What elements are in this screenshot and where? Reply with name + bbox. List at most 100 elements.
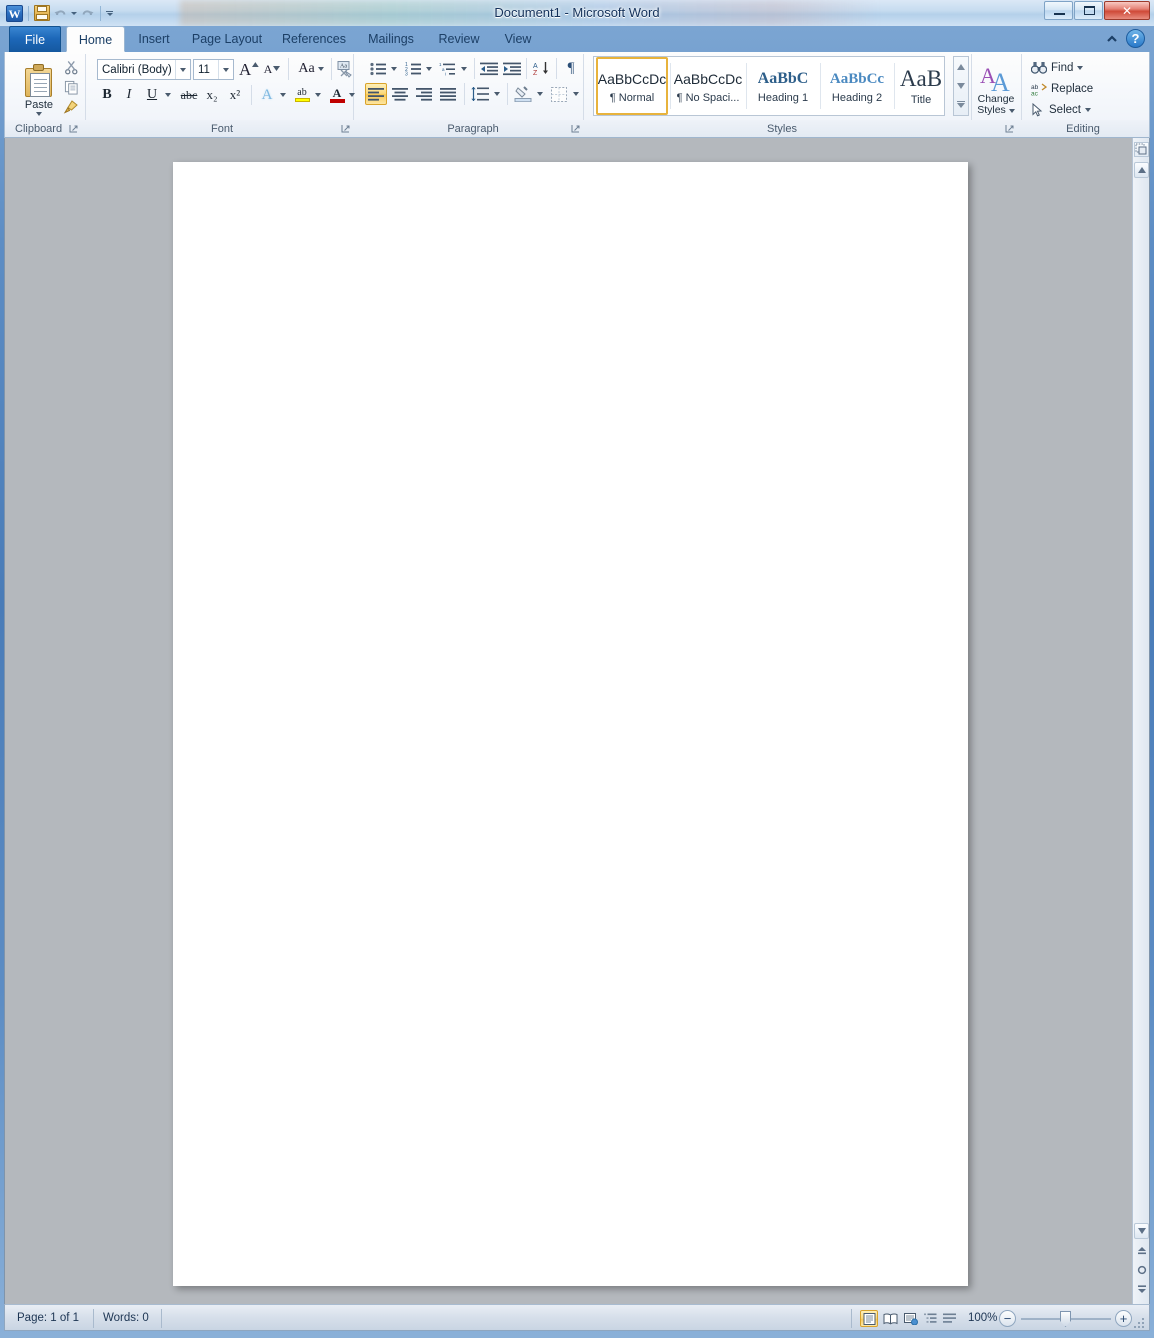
grow-font-button[interactable]: A [238, 58, 260, 80]
cut-button[interactable] [61, 58, 81, 76]
zoom-in-button[interactable]: + [1115, 1310, 1132, 1327]
change-styles-dropdown-icon[interactable] [1008, 108, 1015, 113]
borders-dropdown-icon[interactable] [570, 83, 582, 105]
tab-file[interactable]: File [9, 26, 61, 52]
paragraph-dialog-launcher[interactable] [571, 124, 581, 134]
change-case-button[interactable]: Aa [293, 58, 329, 80]
text-highlight-button[interactable]: ab [292, 85, 312, 105]
undo-dropdown-icon[interactable] [71, 11, 77, 15]
view-full-screen-reading-button[interactable] [881, 1310, 899, 1327]
tab-page-layout[interactable]: Page Layout [183, 26, 271, 52]
scroll-up-button[interactable] [1134, 162, 1149, 178]
tab-review[interactable]: Review [428, 26, 490, 52]
multilevel-list-button[interactable]: 1 a i [437, 58, 459, 79]
subscript-button[interactable]: x₂ [201, 85, 223, 105]
font-color-button[interactable]: A [327, 85, 347, 105]
resize-grip[interactable] [1134, 1316, 1146, 1328]
minimize-ribbon-button[interactable] [1105, 32, 1119, 46]
bullets-button[interactable] [367, 58, 389, 79]
sort-button[interactable]: A Z [530, 58, 552, 79]
styles-scroll-up-button[interactable] [954, 57, 968, 76]
clear-formatting-button[interactable]: Aa [334, 58, 356, 80]
shading-button[interactable] [512, 83, 534, 105]
line-spacing-button[interactable] [469, 83, 491, 105]
styles-scroll-down-button[interactable] [954, 76, 968, 95]
superscript-button[interactable]: x² [224, 85, 246, 105]
view-print-layout-button[interactable] [860, 1310, 878, 1327]
shrink-font-button[interactable]: A [261, 58, 283, 80]
view-ruler-button[interactable] [1134, 142, 1149, 157]
view-outline-button[interactable] [921, 1310, 939, 1327]
format-painter-button[interactable] [61, 98, 81, 116]
style-heading-1[interactable]: AaBbC Heading 1 [748, 57, 818, 115]
line-spacing-dropdown-icon[interactable] [491, 83, 503, 105]
replace-button[interactable]: ab ac Replace [1027, 79, 1109, 99]
page-indicator[interactable]: Page: 1 of 1 [9, 1310, 87, 1327]
font-name-dropdown-icon[interactable] [175, 60, 190, 79]
style-no-spacing[interactable]: AaBbCcDc ¶ No Spaci... [672, 57, 744, 115]
align-right-button[interactable] [413, 83, 435, 105]
style-normal[interactable]: AaBbCcDc ¶ Normal [596, 57, 668, 115]
text-effects-button[interactable]: A [257, 85, 277, 105]
save-button[interactable] [34, 5, 50, 21]
tab-mailings[interactable]: Mailings [357, 26, 425, 52]
change-styles-button[interactable]: A A Change Styles [973, 58, 1019, 122]
zoom-slider-thumb[interactable] [1060, 1311, 1071, 1327]
find-button[interactable]: Find [1027, 58, 1099, 78]
style-heading-2[interactable]: AaBbCc Heading 2 [822, 57, 892, 115]
help-button[interactable]: ? [1126, 29, 1145, 48]
undo-button[interactable] [53, 6, 68, 21]
styles-more-button[interactable] [954, 95, 968, 114]
shading-dropdown-icon[interactable] [534, 83, 546, 105]
numbering-dropdown-icon[interactable] [423, 58, 435, 79]
underline-dropdown-icon[interactable] [162, 85, 174, 105]
word-count[interactable]: Words: 0 [95, 1310, 157, 1327]
vertical-scrollbar[interactable] [1132, 138, 1149, 1304]
italic-button[interactable]: I [119, 85, 139, 105]
previous-page-button[interactable] [1134, 1244, 1149, 1260]
tab-references[interactable]: References [274, 26, 354, 52]
numbering-button[interactable]: 1 2 3 [402, 58, 424, 79]
paste-dropdown-icon[interactable] [36, 112, 42, 116]
document-page[interactable] [173, 162, 968, 1286]
zoom-out-button[interactable]: − [999, 1310, 1016, 1327]
justify-button[interactable] [437, 83, 459, 105]
align-center-button[interactable] [389, 83, 411, 105]
tab-insert[interactable]: Insert [128, 26, 180, 52]
customize-qat-button[interactable] [106, 10, 113, 16]
font-size-input[interactable]: 11 [193, 59, 234, 80]
select-browse-object-button[interactable] [1134, 1262, 1149, 1278]
underline-button[interactable]: U [142, 85, 162, 105]
next-page-button[interactable] [1134, 1280, 1149, 1296]
find-dropdown-icon[interactable] [1077, 66, 1084, 70]
scroll-down-button[interactable] [1134, 1223, 1149, 1239]
bold-button[interactable]: B [97, 85, 117, 105]
tab-home[interactable]: Home [66, 26, 125, 52]
show-formatting-marks-button[interactable]: ¶ [561, 58, 581, 79]
font-color-dropdown-icon[interactable] [346, 85, 358, 105]
close-button[interactable]: ✕ [1104, 1, 1150, 20]
copy-button[interactable] [61, 78, 81, 96]
maximize-button[interactable] [1074, 1, 1103, 20]
paste-button[interactable]: Paste [19, 58, 59, 122]
select-dropdown-icon[interactable] [1084, 108, 1091, 112]
view-web-layout-button[interactable] [902, 1310, 920, 1327]
increase-indent-button[interactable] [501, 58, 523, 79]
highlight-dropdown-icon[interactable] [312, 85, 324, 105]
strikethrough-button[interactable]: abc [178, 85, 200, 105]
style-title[interactable]: AaB Title [896, 57, 946, 115]
multilevel-dropdown-icon[interactable] [458, 58, 470, 79]
bullets-dropdown-icon[interactable] [388, 58, 400, 79]
font-name-input[interactable]: Calibri (Body) [97, 59, 191, 80]
view-draft-button[interactable] [940, 1310, 958, 1327]
borders-button[interactable] [548, 83, 570, 105]
decrease-indent-button[interactable] [478, 58, 500, 79]
styles-dialog-launcher[interactable] [1005, 124, 1015, 134]
clipboard-dialog-launcher[interactable] [69, 124, 79, 134]
text-effects-dropdown-icon[interactable] [277, 85, 289, 105]
select-button[interactable]: Select [1027, 100, 1107, 120]
tab-view[interactable]: View [493, 26, 543, 52]
change-case-dropdown-icon[interactable] [317, 67, 324, 71]
font-dialog-launcher[interactable] [341, 124, 351, 134]
font-size-dropdown-icon[interactable] [218, 60, 233, 79]
